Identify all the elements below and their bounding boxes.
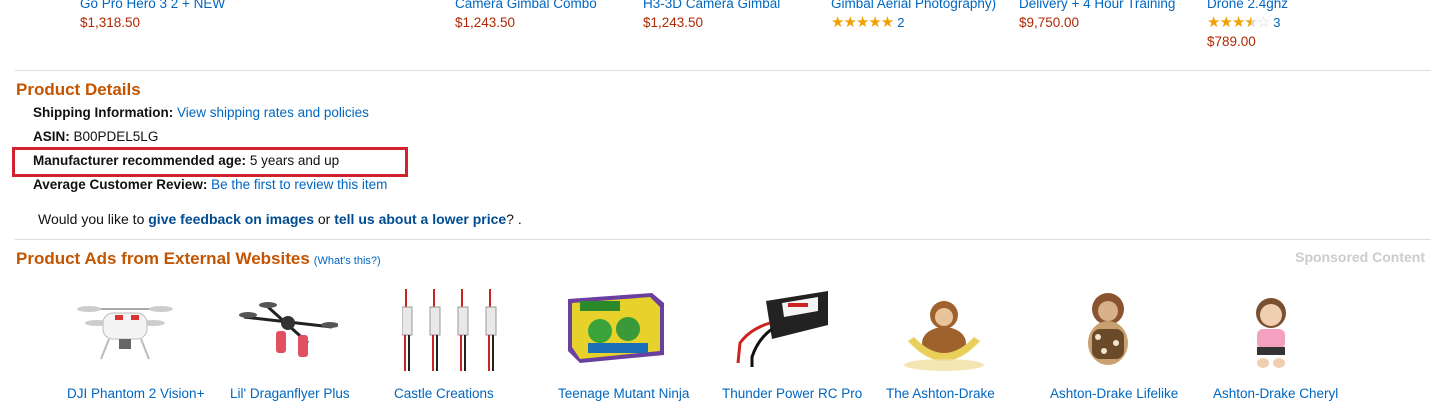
carousel-item[interactable]: Go Pro Hero 3 2 + NEW $1,318.50 [80, 0, 225, 32]
carousel-item[interactable]: Gimbal Aerial Photography) ★★★★★ 2 [831, 0, 996, 32]
carousel-item-title[interactable]: Camera Gimbal Combo [455, 0, 597, 13]
baby-doll-thumbnail-icon[interactable] [1221, 285, 1321, 375]
shipping-info-row: Shipping Information: View shipping rate… [33, 104, 387, 128]
carousel-item[interactable]: Delivery + 4 Hour Training $9,750.00 [1019, 0, 1175, 32]
ad-title[interactable]: Teenage Mutant Ninja [558, 386, 689, 401]
lifelike-doll-thumbnail-icon[interactable] [1058, 285, 1158, 375]
esc-thumbnail-icon[interactable] [401, 285, 502, 375]
star-rating-icon[interactable]: ★★★★★ [831, 13, 894, 32]
ad-title[interactable]: DJI Phantom 2 Vision+ [67, 386, 204, 401]
doll-cradle-thumbnail-icon[interactable] [894, 285, 994, 375]
first-review-link[interactable]: Be the first to review this item [211, 177, 387, 192]
ad-item[interactable]: The Ashton-Drake [886, 285, 1046, 401]
ad-title[interactable]: Lil' Draganflyer Plus [230, 386, 350, 401]
ad-title[interactable]: Ashton-Drake Cheryl [1213, 386, 1338, 401]
sponsored-content-label: Sponsored Content [1295, 249, 1425, 265]
ad-item[interactable]: Lil' Draganflyer Plus [230, 285, 390, 401]
carousel-item[interactable]: Camera Gimbal Combo $1,243.50 [455, 0, 597, 32]
feedback-suffix: ? . [506, 211, 522, 227]
ad-title[interactable]: Castle Creations [394, 386, 494, 401]
drone-thumbnail-icon[interactable] [75, 285, 175, 375]
shipping-label: Shipping Information: [33, 105, 174, 120]
carousel-item-price: $1,243.50 [455, 15, 516, 30]
review-count-link[interactable]: 2 [897, 15, 904, 30]
whats-this-link[interactable]: (What's this?) [314, 255, 381, 267]
ad-title[interactable]: Thunder Power RC Pro [722, 386, 862, 401]
carousel-item-price: $789.00 [1207, 34, 1256, 49]
ad-item[interactable]: Castle Creations [394, 285, 554, 401]
external-ads-heading: Product Ads from External Websites (What'… [16, 249, 381, 269]
asin-value: B00PDEL5LG [73, 129, 159, 144]
carousel-item-price: $1,318.50 [80, 15, 141, 30]
ad-item[interactable]: Ashton-Drake Lifelike [1050, 285, 1210, 401]
ad-item[interactable]: Teenage Mutant Ninja [558, 285, 718, 401]
ad-title[interactable]: Ashton-Drake Lifelike [1050, 386, 1178, 401]
toy-box-thumbnail-icon[interactable] [566, 285, 666, 375]
section-divider [15, 70, 1431, 71]
carousel-item-title[interactable]: H3-3D Camera Gimbal [643, 0, 780, 13]
carousel-item[interactable]: H3-3D Camera Gimbal $1,243.50 [643, 0, 780, 32]
feedback-prefix: Would you like to [38, 211, 145, 227]
asin-label: ASIN: [33, 129, 70, 144]
mini-quad-thumbnail-icon[interactable] [238, 285, 339, 375]
star-rating-icon[interactable]: ★★★★★☆ [1207, 13, 1270, 32]
highlight-box [12, 147, 408, 177]
ad-title[interactable]: The Ashton-Drake [886, 386, 995, 401]
carousel-item-title[interactable]: Gimbal Aerial Photography) [831, 0, 996, 13]
carousel-item-title[interactable]: Delivery + 4 Hour Training [1019, 0, 1175, 13]
carousel-item-title[interactable]: Drone 2.4ghz [1207, 0, 1288, 13]
carousel-item[interactable]: Drone 2.4ghz ★★★★★☆3 $789.00 [1207, 0, 1288, 51]
external-ads-title: Product Ads from External Websites [16, 249, 310, 268]
product-details-heading: Product Details [16, 80, 141, 99]
ad-item[interactable]: Thunder Power RC Pro [722, 285, 882, 401]
shipping-rates-link[interactable]: View shipping rates and policies [177, 105, 369, 120]
feedback-line: Would you like to give feedback on image… [38, 211, 522, 227]
battery-thumbnail-icon[interactable] [730, 285, 830, 375]
section-divider [15, 239, 1431, 240]
lower-price-link[interactable]: tell us about a lower price [334, 211, 506, 227]
ad-item[interactable]: Ashton-Drake Cheryl [1213, 285, 1373, 401]
carousel-item-price: $1,243.50 [643, 15, 704, 30]
customer-review-row: Average Customer Review: Be the first to… [33, 176, 387, 200]
carousel-item-title[interactable]: Go Pro Hero 3 2 + NEW [80, 0, 225, 13]
feedback-or: or [317, 211, 331, 227]
review-count-link[interactable]: 3 [1273, 15, 1280, 30]
ad-item[interactable]: DJI Phantom 2 Vision+ [67, 285, 227, 401]
carousel-item-price: $9,750.00 [1019, 15, 1080, 30]
customer-review-label: Average Customer Review: [33, 177, 208, 192]
image-feedback-link[interactable]: give feedback on images [148, 211, 314, 227]
